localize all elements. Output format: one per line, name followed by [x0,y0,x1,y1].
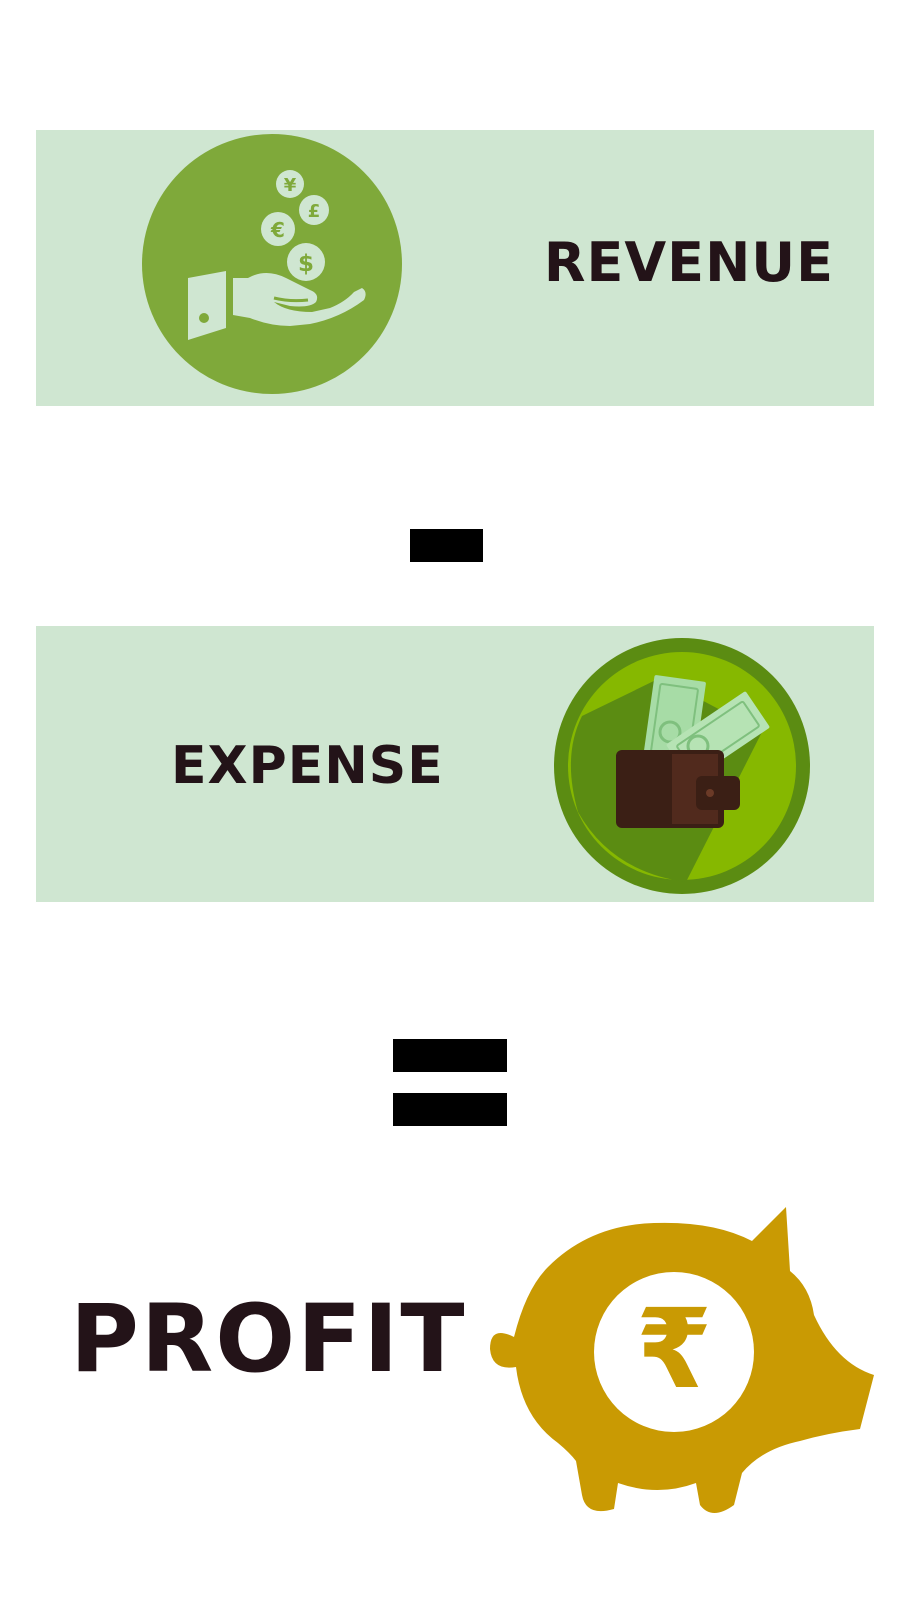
minus-sign [410,529,483,562]
wallet-with-banknotes-icon [554,638,810,894]
svg-text:£: £ [308,201,321,222]
piggy-bank-rupee-icon: ₹ [490,1207,874,1513]
dollar-coin-icon: $ [287,243,325,281]
hand-receiving-coins-icon: ¥ £ € $ [142,134,402,394]
yen-coin-icon: ¥ [276,170,304,198]
revenue-panel: ¥ £ € $ REVENUE [36,130,874,406]
svg-text:¥: ¥ [284,175,297,196]
svg-text:$: $ [298,251,314,277]
equals-sign-bottom-bar [393,1093,507,1126]
revenue-label: REVENUE [543,231,834,294]
profit-label: PROFIT [70,1285,467,1394]
rupee-symbol: ₹ [636,1285,713,1413]
equals-sign-top-bar [393,1039,507,1072]
pound-coin-icon: £ [299,195,329,225]
expense-label: EXPENSE [171,736,444,796]
svg-text:€: € [270,218,285,242]
expense-panel: EXPENSE [36,626,874,902]
euro-coin-icon: € [261,212,295,246]
